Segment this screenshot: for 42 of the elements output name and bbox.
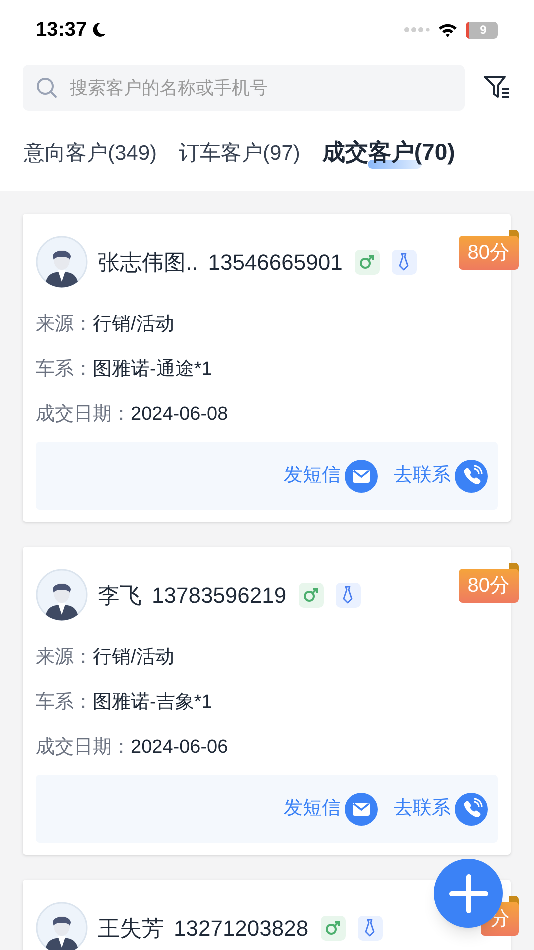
- field-value: 2024-06-08: [131, 403, 228, 427]
- tie-icon: [398, 253, 410, 271]
- field-value: 图雅诺-吉象*1: [93, 691, 212, 715]
- field-value: 图雅诺-通途*1: [93, 358, 212, 382]
- male-icon: [325, 920, 342, 936]
- phone-icon: [455, 792, 488, 826]
- status-time: 13:37: [36, 18, 88, 43]
- signal-icon: [404, 27, 430, 33]
- tab[interactable]: 成交客户(70): [322, 134, 456, 169]
- phone-number: 13546665901: [208, 248, 343, 276]
- field-label: 成交日期：: [36, 736, 131, 760]
- male-icon: [359, 254, 376, 270]
- envelope-icon: [345, 460, 378, 492]
- field-value: 行销/活动: [93, 313, 174, 337]
- avatar-icon: [36, 569, 88, 621]
- customer-name: 王失芳: [98, 914, 164, 942]
- plus-icon: [448, 874, 488, 914]
- field-label: 来源：: [36, 646, 93, 670]
- customer-name: 张志伟图..: [98, 248, 198, 276]
- tie-icon: [364, 919, 376, 937]
- phone-number: 13271203828: [174, 914, 309, 942]
- tie-icon: [342, 586, 354, 604]
- phone-number: 13783596219: [152, 582, 287, 610]
- field-label: 来源：: [36, 313, 93, 337]
- customer-name: 李飞: [98, 582, 142, 610]
- envelope-icon: [345, 792, 378, 826]
- field-value: 行销/活动: [93, 646, 174, 670]
- field-label: 车系：: [36, 691, 93, 715]
- search-field[interactable]: 搜索客户的名称或手机号: [23, 65, 465, 111]
- battery-icon: 9: [466, 22, 498, 38]
- field-label: 成交日期：: [36, 403, 131, 427]
- phone-icon: [455, 460, 488, 492]
- field-value: 2024-06-06: [131, 736, 228, 760]
- moon-icon: [91, 22, 108, 38]
- wifi-icon: [438, 22, 458, 38]
- avatar-icon: [36, 236, 88, 288]
- tab[interactable]: 订车客户(97): [179, 138, 300, 169]
- tab[interactable]: 意向客户(349): [24, 138, 158, 169]
- search-icon: [36, 77, 58, 99]
- field-label: 车系：: [36, 358, 93, 382]
- avatar-icon: [36, 902, 88, 950]
- male-icon: [303, 587, 320, 603]
